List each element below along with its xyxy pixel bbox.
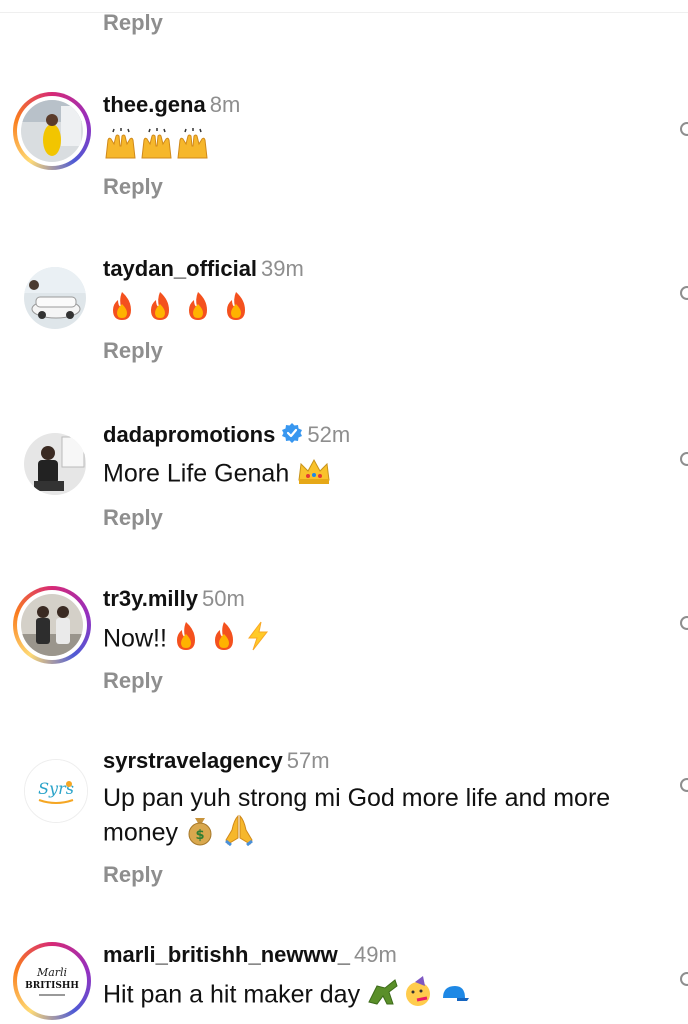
comment-time: 57m	[286, 748, 330, 773]
raising-hands-icon	[139, 128, 175, 168]
like-heart-icon[interactable]	[678, 778, 688, 792]
like-heart-icon[interactable]	[678, 452, 688, 466]
reply-button[interactable]: Reply	[103, 10, 163, 36]
fire-icon	[103, 290, 141, 330]
fire-icon	[205, 620, 243, 660]
like-heart-icon[interactable]	[678, 972, 688, 986]
lightning-icon	[243, 620, 273, 660]
reply-button[interactable]: Reply	[103, 338, 163, 364]
raising-hands-icon	[103, 128, 139, 168]
reply-button[interactable]: Reply	[103, 862, 163, 888]
like-heart-icon[interactable]	[678, 286, 688, 300]
comment-username[interactable]: taydan_official	[103, 256, 257, 281]
comment-time: 39m	[261, 256, 304, 281]
crocodile-icon	[367, 976, 401, 1016]
comment-time: 52m	[307, 422, 351, 447]
comment-text: More Life Genah	[103, 456, 643, 494]
comment-text-body: Up pan yuh strong mi God more life and m…	[103, 784, 611, 847]
comment-time: 50m	[201, 586, 245, 611]
reply-button[interactable]: Reply	[103, 174, 163, 200]
comment-text	[103, 128, 643, 168]
raising-hands-icon	[175, 128, 211, 168]
fire-icon	[217, 290, 255, 330]
avatar	[21, 100, 83, 162]
comment-time: 49m	[353, 942, 397, 967]
reply-button[interactable]: Reply	[103, 668, 163, 694]
svg-text:$: $	[195, 828, 204, 843]
comment-text-body: More Life Genah	[103, 459, 290, 488]
svg-text:Marli: Marli	[36, 966, 67, 979]
avatar[interactable]	[13, 422, 91, 500]
partying-face-icon	[401, 976, 437, 1016]
avatar[interactable]	[13, 256, 91, 334]
comment-username[interactable]: syrstravelagency	[103, 748, 283, 773]
fire-icon	[179, 290, 217, 330]
avatar-story-ring[interactable]	[13, 586, 91, 664]
cap-icon	[437, 976, 471, 1016]
avatar-story-ring[interactable]	[13, 92, 91, 170]
comment-text	[103, 290, 643, 330]
folded-hands-icon	[222, 814, 256, 854]
avatar[interactable]: Syrs	[13, 748, 91, 826]
money-bag-icon: $	[185, 814, 215, 854]
reply-button[interactable]: Reply	[103, 505, 163, 531]
comment-username[interactable]: tr3y.milly	[103, 586, 198, 611]
fire-icon	[141, 290, 179, 330]
like-heart-icon[interactable]	[678, 616, 688, 630]
fire-icon	[167, 620, 205, 660]
svg-text:BRITISHH: BRITISHH	[25, 981, 79, 991]
comment-username[interactable]: dadapromotions	[103, 422, 275, 447]
comment-time: 8m	[209, 92, 241, 117]
comment-text-body: Now!!	[103, 624, 167, 653]
like-heart-icon[interactable]	[678, 122, 688, 136]
verified-badge-icon	[281, 422, 303, 450]
comment-text-body: Hit pan a hit maker day	[103, 980, 361, 1009]
comment-text: Up pan yuh strong mi God more life and m…	[103, 782, 623, 854]
avatar: Marli BRITISHH	[21, 950, 83, 1012]
comment-username[interactable]: marli_britishh_newww_	[103, 942, 350, 967]
crown-icon	[296, 456, 332, 494]
comment-username[interactable]: thee.gena	[103, 92, 206, 117]
comment-text: Now!!	[103, 620, 643, 660]
avatar	[21, 594, 83, 656]
comment-text: Hit pan a hit maker day	[103, 976, 643, 1016]
avatar-story-ring[interactable]: Marli BRITISHH	[13, 942, 91, 1020]
